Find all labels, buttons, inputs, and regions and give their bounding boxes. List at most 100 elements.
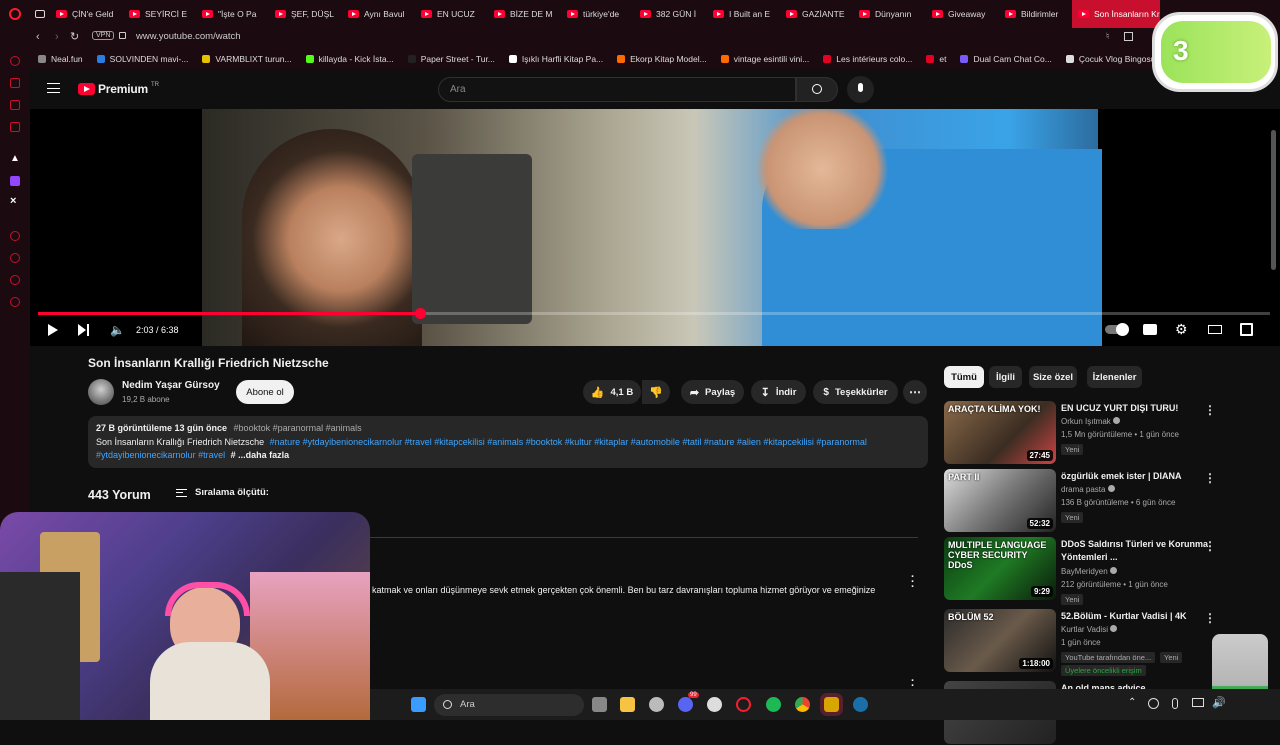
more-options-icon[interactable]: ⋮ — [1204, 539, 1216, 553]
browser-tab[interactable]: Son İnsanların Krallı — [1072, 0, 1160, 28]
download-button[interactable]: ↧ İndir — [751, 380, 806, 404]
file-explorer-icon[interactable] — [620, 697, 635, 712]
bookmark-item[interactable]: SOLVINDEN mavi-... — [96, 54, 188, 64]
opera-icon[interactable] — [0, 0, 30, 28]
tab-overview-icon[interactable] — [30, 0, 50, 28]
tray-mic-icon[interactable] — [1172, 698, 1178, 709]
description-tags[interactable]: #nature #ytdayibenionecikarnolur #travel… — [270, 437, 867, 447]
recommendation-card[interactable]: BÖLÜM 52 1:18:00 52.Bölüm - Kurtlar Vadisi… — [944, 609, 1234, 676]
bookmark-item[interactable]: VARMBLIXT turun... — [202, 54, 292, 64]
fullscreen-icon[interactable] — [1240, 323, 1253, 336]
autoplay-toggle[interactable] — [1105, 323, 1129, 336]
pin-icon[interactable]: ♮ — [1106, 31, 1109, 42]
more-actions-button[interactable]: ⋯ — [903, 380, 927, 404]
browser-tab[interactable]: ÇİN'e Geld — [50, 0, 123, 28]
video-thumbnail[interactable]: PART II 52:32 — [944, 469, 1056, 532]
chat-icon[interactable] — [10, 100, 20, 110]
taskbar-search[interactable]: Ara — [434, 694, 584, 716]
show-more-link[interactable]: # ...daha fazla — [231, 450, 290, 460]
channel-name[interactable]: Nedim Yaşar Gürsoy — [122, 380, 220, 391]
tray-chevron-icon[interactable]: ⌃ — [1128, 697, 1136, 708]
recommendation-card[interactable]: PART II 52:32 özgürlük emek ister | DIANA d… — [944, 469, 1234, 533]
dislike-button[interactable]: 👎 — [642, 380, 670, 404]
player-icon[interactable] — [10, 122, 20, 132]
filter-chip[interactable]: Size özel — [1029, 366, 1077, 388]
recommendation-channel[interactable]: Orkun Işıtmak — [1061, 417, 1121, 426]
twitch-icon[interactable] — [10, 176, 20, 186]
x-icon[interactable]: × — [10, 195, 16, 207]
recommendation-channel[interactable]: BayMeridyen — [1061, 567, 1117, 576]
settings-app-icon[interactable] — [649, 697, 664, 712]
like-button[interactable]: 👍 4,1 B — [583, 380, 641, 404]
video-thumbnail[interactable]: ARAÇTA KLİMA YOK! 27:45 — [944, 401, 1056, 464]
next-icon[interactable] — [78, 324, 90, 336]
progress-scrubber[interactable] — [414, 308, 426, 319]
url-field[interactable]: www.youtube.com/watch — [136, 31, 241, 42]
filter-chip[interactable]: İlgili — [989, 366, 1022, 388]
page-scrollbar[interactable] — [1271, 130, 1276, 270]
more-options-icon[interactable]: ⋮ — [1204, 611, 1216, 625]
search-button[interactable] — [796, 77, 838, 102]
description-tags-2[interactable]: #ytdayibenionecikarnolur #travel — [96, 450, 225, 460]
browser-tab[interactable]: I Built an E — [707, 0, 780, 28]
tray-app-icon[interactable] — [1148, 698, 1159, 709]
video-thumbnail[interactable]: MULTIPLE LANGUAGE CYBER SECURITY DDoS 9:2… — [944, 537, 1056, 600]
recommendation-channel[interactable]: drama pasta — [1061, 485, 1115, 494]
recommendation-title[interactable]: 52.Bölüm - Kurtlar Vadisi | 4K — [1061, 610, 1211, 623]
browser-tab[interactable]: Giveaway — [926, 0, 999, 28]
messenger-icon[interactable] — [10, 78, 20, 88]
filter-chip[interactable]: Tümü — [944, 366, 984, 388]
video-player[interactable]: 🔈 2:03 / 6:38 ⚙ — [30, 109, 1280, 346]
windows-start-icon[interactable] — [411, 697, 426, 712]
tray-display-icon[interactable] — [1192, 698, 1204, 707]
play-icon[interactable] — [48, 324, 58, 336]
bookmark-item[interactable]: Işıklı Harfli Kitap Pa... — [508, 54, 603, 64]
chrome-icon[interactable] — [795, 697, 810, 712]
opera-gx-icon[interactable] — [736, 697, 751, 712]
browser-tab[interactable]: 382 GÜN İ — [634, 0, 707, 28]
sort-button[interactable]: Sıralama ölçütü: — [176, 487, 269, 498]
recommendation-channel[interactable]: Kurtlar Vadisi — [1061, 625, 1118, 634]
github-icon[interactable] — [707, 697, 722, 712]
browser-tab[interactable]: BİZE DE M — [488, 0, 561, 28]
forward-icon[interactable]: › — [55, 31, 59, 43]
reload-icon[interactable]: ↻ — [70, 30, 79, 43]
theater-mode-icon[interactable] — [1208, 325, 1222, 334]
recommendation-title[interactable]: özgürlük emek ister | DIANA — [1061, 470, 1211, 483]
back-icon[interactable]: ‹ — [36, 31, 40, 43]
bookmark-item[interactable]: Les intérieurs colo... — [823, 54, 912, 64]
discord-icon[interactable] — [678, 697, 693, 712]
search-box[interactable]: Ara — [438, 77, 796, 102]
browser-tab[interactable]: GAZİANTE — [780, 0, 853, 28]
aria-icon[interactable] — [10, 56, 20, 66]
description-box[interactable]: 27 B görüntüleme 13 gün önce #booktok #p… — [88, 416, 928, 468]
history-icon[interactable] — [10, 231, 20, 241]
browser-tab[interactable]: Bildirimler — [999, 0, 1072, 28]
snapshot-icon[interactable] — [1124, 32, 1133, 41]
browser-tab[interactable]: "İşte O Pa — [196, 0, 269, 28]
settings-icon[interactable] — [10, 297, 20, 307]
browser-tab[interactable]: Dünyanın — [853, 0, 926, 28]
streamlabs-icon[interactable] — [820, 693, 843, 716]
browser-tab[interactable]: SEYİRCİ E — [123, 0, 196, 28]
extensions-icon[interactable] — [10, 275, 20, 285]
recommendation-card[interactable]: MULTIPLE LANGUAGE CYBER SECURITY DDoS 9:2… — [944, 537, 1234, 605]
recommendation-title[interactable]: EN UCUZ YURT DIŞI TURU! — [1061, 402, 1211, 415]
bookmark-item[interactable]: et — [926, 54, 946, 64]
spotify-icon[interactable] — [766, 697, 781, 712]
bookmark-item[interactable]: Ekorp Kitap Model... — [617, 54, 707, 64]
clock-icon[interactable] — [10, 253, 20, 263]
video-frame[interactable] — [202, 109, 1102, 346]
thanks-button[interactable]: $ Teşekkürler — [813, 380, 898, 404]
browser-tab[interactable]: Aynı Bavul — [342, 0, 415, 28]
vpn-sidebar-icon[interactable]: ▲ — [10, 153, 20, 164]
comment-menu-icon-2[interactable]: · · — [911, 676, 915, 692]
browser-tab[interactable]: türkiye'de — [561, 0, 634, 28]
bookmark-item[interactable]: Neal.fun — [38, 54, 83, 64]
settings-gear-icon[interactable]: ⚙ — [1175, 321, 1188, 338]
comment-menu-icon[interactable]: · · · — [911, 572, 915, 593]
subtitles-icon[interactable] — [1143, 324, 1157, 335]
youtube-logo[interactable]: Premium TR — [78, 82, 159, 96]
browser-tab[interactable]: EN UCUZ — [415, 0, 488, 28]
more-options-icon[interactable]: ⋮ — [1204, 471, 1216, 485]
